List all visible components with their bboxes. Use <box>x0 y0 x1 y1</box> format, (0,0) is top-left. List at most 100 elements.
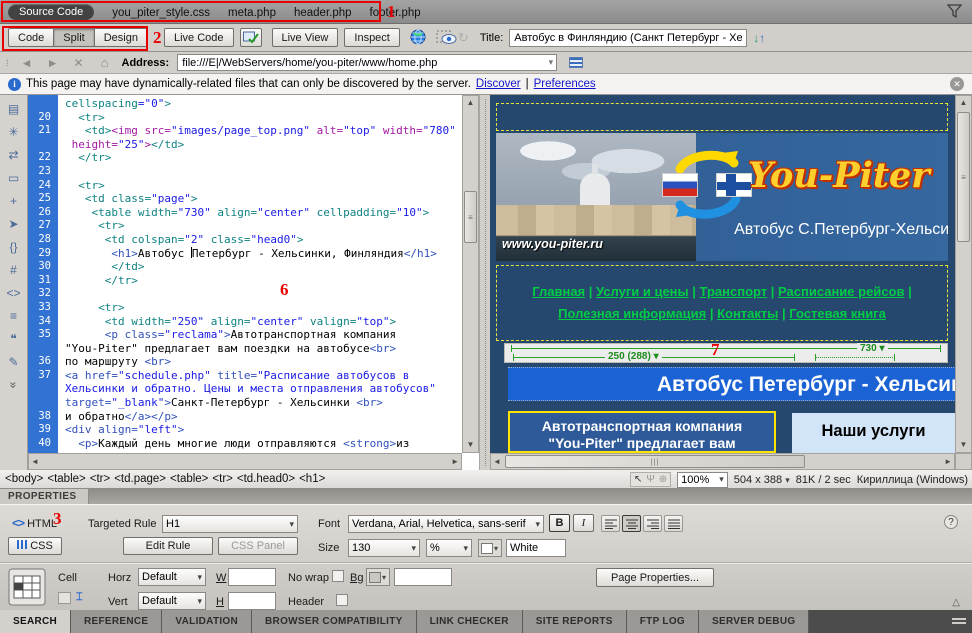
design-vscrollbar[interactable]: ▲ ≡ ▼ <box>955 95 972 453</box>
code-line[interactable]: 33 <tr> <box>28 301 462 315</box>
edit-rule-button[interactable]: Edit Rule <box>123 537 213 555</box>
inspect-button[interactable]: Inspect <box>344 28 399 47</box>
code-line[interactable]: 36по маршруту <br> <box>28 355 462 369</box>
scroll-thumb[interactable]: ≡ <box>464 191 477 243</box>
scroll-left-icon[interactable]: ◄ <box>493 457 501 466</box>
code-line[interactable]: 22 </tr> <box>28 151 462 165</box>
code-line[interactable]: 38и обратно</a></p> <box>28 410 462 424</box>
coding-toolbar-icon[interactable]: » <box>8 382 20 389</box>
results-tab-link-checker[interactable]: LINK CHECKER <box>417 610 523 633</box>
code-line[interactable]: 29 <h1>Автобус Петербург - Хельсинки, Фи… <box>28 247 462 261</box>
code-hscrollbar[interactable]: ◄ ► <box>28 453 462 470</box>
code-line[interactable]: 31 </tr> <box>28 274 462 288</box>
justify-button[interactable] <box>664 515 683 532</box>
html-mode-button[interactable]: <> HTML <box>12 516 57 530</box>
results-tab-reference[interactable]: REFERENCE <box>71 610 162 633</box>
code-line[interactable]: Хельсинки и обратно. Цены и места отправ… <box>28 382 462 396</box>
code-line[interactable]: height="25"></td> <box>28 138 462 152</box>
visual-aids-icon[interactable] <box>436 30 458 46</box>
coding-toolbar-icon[interactable]: # <box>10 264 17 276</box>
help-icon[interactable]: ? <box>944 515 958 529</box>
bold-button[interactable]: B <box>549 514 570 532</box>
tag-selector-item[interactable]: <h1> <box>299 473 325 485</box>
code-line[interactable]: 27 <tr> <box>28 219 462 233</box>
coding-toolbar-icon[interactable]: ▭ <box>8 172 19 184</box>
tag-selector-item[interactable]: <tr> <box>90 473 110 485</box>
file-management-icon[interactable]: ↓↑ <box>753 29 765 47</box>
code-line[interactable]: 39<div align="left"> <box>28 423 462 437</box>
coding-toolbar-icon[interactable]: ⇄ <box>8 149 18 161</box>
nav-link[interactable]: Полезная информация <box>558 306 706 321</box>
scroll-thumb[interactable]: ≡ <box>957 112 970 242</box>
address-input[interactable]: file:///E|/WebServers/home/you-piter/www… <box>177 54 557 71</box>
nav-link[interactable]: Услуги и цены <box>596 284 689 299</box>
tag-selector-item[interactable]: <td.head0> <box>237 473 295 485</box>
tag-selector-item[interactable]: <tr> <box>212 473 232 485</box>
results-tab-validation[interactable]: VALIDATION <box>162 610 252 633</box>
code-line[interactable]: 21 <td><img src="images/page_top.png" al… <box>28 124 462 138</box>
no-wrap-checkbox[interactable] <box>332 570 344 582</box>
hand-tool-icon[interactable]: Ψ <box>646 474 654 485</box>
header-checkbox[interactable] <box>336 594 348 606</box>
coding-toolbar-icon[interactable]: ≡ <box>10 310 17 322</box>
coding-toolbar-icon[interactable]: ❝ <box>10 333 16 345</box>
magnification-select[interactable]: 100% ▾ <box>677 472 728 488</box>
targeted-rule-select[interactable]: H1 ▾ <box>162 515 298 533</box>
scroll-up-icon[interactable]: ▲ <box>463 96 478 110</box>
tag-selector-item[interactable]: <body> <box>5 473 43 485</box>
collapse-panel-icon[interactable]: △ <box>952 597 960 608</box>
coding-toolbar-icon[interactable]: <> <box>6 287 20 299</box>
coding-toolbar-icon[interactable]: ➤ <box>8 218 18 230</box>
coding-toolbar-icon[interactable]: ✎ <box>8 356 18 368</box>
code-line[interactable]: 28 <td colspan="2" class="head0"> <box>28 233 462 247</box>
code-line[interactable]: 32 <box>28 287 462 301</box>
w-input[interactable] <box>228 568 276 586</box>
home-icon[interactable]: ⌂ <box>96 55 114 70</box>
color-value-input[interactable] <box>506 539 566 557</box>
column-width-label[interactable]: 250 (288) ▾ <box>605 351 662 362</box>
site-banner[interactable]: You-Piter Автобус С.Петербург-Хельсинки … <box>496 133 948 261</box>
table-width-bar[interactable]: 730 ▾ 250 (288) ▾ <box>504 343 948 363</box>
scroll-thumb[interactable]: ||| <box>505 455 805 468</box>
tag-selector-item[interactable]: <td.page> <box>114 473 166 485</box>
scroll-down-icon[interactable]: ▼ <box>463 438 478 452</box>
coding-toolbar-icon[interactable]: + <box>10 195 17 207</box>
back-icon[interactable]: ◄ <box>18 56 36 70</box>
table-width-label[interactable]: 730 ▾ <box>857 343 888 354</box>
design-hscrollbar[interactable]: ◄ ||| ► <box>490 453 955 470</box>
text-color-swatch[interactable]: ▾ <box>478 539 502 557</box>
code-line[interactable]: 24 <tr> <box>28 179 462 193</box>
results-tab-search[interactable]: SEARCH <box>0 610 71 633</box>
page-properties-button[interactable]: Page Properties... <box>596 568 714 587</box>
coding-toolbar-icon[interactable]: ▤ <box>8 103 19 115</box>
window-size[interactable]: 504 x 388 ▾ <box>734 474 790 486</box>
horz-select[interactable]: Default ▾ <box>138 568 206 586</box>
code-line[interactable]: 40 <p>Каждый день многие люди отправляют… <box>28 437 462 451</box>
discover-link[interactable]: Discover <box>476 78 521 90</box>
properties-tab[interactable]: PROPERTIES <box>0 489 89 504</box>
results-tab-browser-compatibility[interactable]: BROWSER COMPATIBILITY <box>252 610 417 633</box>
bg-input[interactable] <box>394 568 452 586</box>
code-line[interactable]: cellspacing="0"> <box>28 97 462 111</box>
coding-toolbar-icon[interactable]: ✳ <box>8 126 18 138</box>
code-line[interactable]: 35 <p class="reclama">Автотранспортная к… <box>28 328 462 342</box>
code-line[interactable]: 26 <table width="730" align="center" cel… <box>28 206 462 220</box>
panel-menu-icon[interactable] <box>952 618 966 626</box>
zoom-tool-icon[interactable]: ⊕ <box>659 474 667 485</box>
code-line[interactable]: target="_blank">Санкт-Петербург - Хельси… <box>28 396 462 410</box>
preview-browser-icon[interactable] <box>410 29 428 47</box>
align-left-button[interactable] <box>601 515 620 532</box>
coding-toolbar-icon[interactable]: {} <box>9 241 17 253</box>
design-view[interactable]: You-Piter Автобус С.Петербург-Хельсинки … <box>490 95 955 453</box>
italic-button[interactable]: I <box>573 514 594 532</box>
live-code-button[interactable]: Live Code <box>164 28 234 47</box>
align-right-button[interactable] <box>643 515 662 532</box>
scroll-left-icon[interactable]: ◄ <box>31 457 39 466</box>
view-options-icon[interactable] <box>569 57 583 68</box>
align-center-button[interactable] <box>622 515 641 532</box>
code-line[interactable]: 37<a href="schedule.php" title="Расписан… <box>28 369 462 383</box>
page-h1-design[interactable]: Автобус Петербург - Хельсинки, Финляндия <box>508 367 955 401</box>
select-tool-icon[interactable]: ↖ <box>634 474 642 485</box>
nav-link[interactable]: Транспорт <box>700 284 768 299</box>
scroll-right-icon[interactable]: ► <box>944 457 952 466</box>
